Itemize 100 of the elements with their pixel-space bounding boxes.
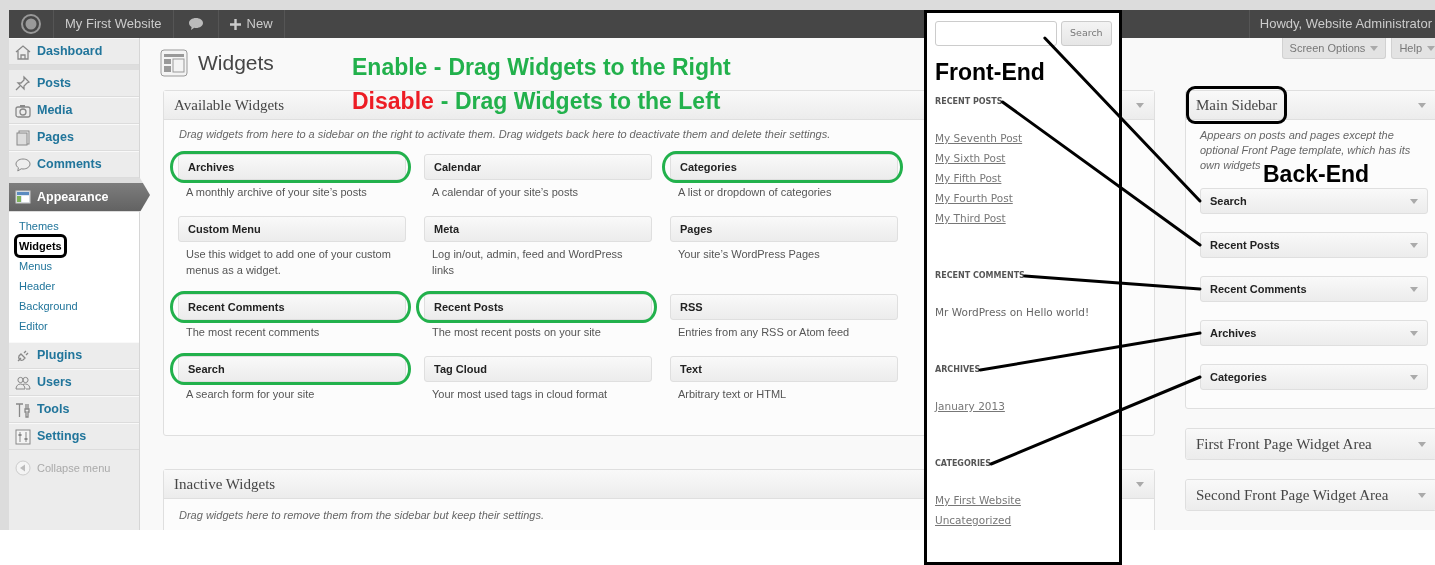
widget-heading: RECENT COMMENTS xyxy=(935,270,1025,282)
new-link[interactable]: New xyxy=(218,10,285,38)
submenu-item[interactable]: Header xyxy=(18,276,57,296)
menu-item[interactable]: Settings xyxy=(9,423,139,450)
users-icon xyxy=(15,374,31,391)
post-link[interactable]: My Third Post xyxy=(935,208,1114,228)
help-tab[interactable]: Help xyxy=(1391,38,1435,59)
post-link[interactable]: My Fourth Post xyxy=(935,188,1114,208)
caret-icon[interactable] xyxy=(1410,242,1418,248)
post-link[interactable]: January 2013 xyxy=(935,396,1114,416)
speech-bubble-icon[interactable] xyxy=(187,17,204,31)
camera-icon xyxy=(15,102,31,119)
submenu-item[interactable]: Menus xyxy=(18,256,54,276)
widget-title[interactable]: RSS xyxy=(670,294,898,320)
widget-title[interactable]: Tag Cloud xyxy=(424,356,652,382)
caret-icon[interactable] xyxy=(1418,492,1426,498)
caret-icon[interactable] xyxy=(1370,45,1379,51)
widget-description: Entries from any RSS or Atom feed xyxy=(678,325,851,340)
submenu-item[interactable]: Background xyxy=(18,296,79,316)
annotation-label: Back-End xyxy=(1263,160,1370,188)
post-link[interactable]: My Seventh Post xyxy=(935,128,1114,148)
widget-title[interactable]: Text xyxy=(670,356,898,382)
widget-heading: CATEGORIES xyxy=(935,458,992,470)
panel-title: Second Front Page Widget Area xyxy=(1196,485,1389,505)
search-field[interactable] xyxy=(935,21,1057,46)
pushpin-icon xyxy=(15,75,31,91)
caret-icon[interactable] xyxy=(1410,374,1418,380)
post-link[interactable]: My First Website xyxy=(935,490,1114,510)
menu-item[interactable]: Posts xyxy=(9,65,139,97)
widget-description: The most recent comments xyxy=(186,325,321,340)
caret-icon[interactable] xyxy=(1410,330,1418,336)
comment-line: Mr WordPress on Hello world! xyxy=(935,305,1091,320)
widget-description: A search form for your site xyxy=(186,387,316,402)
post-link[interactable]: Hello world! xyxy=(1026,306,1090,318)
plus-icon xyxy=(229,18,241,30)
annotation-text: Disable xyxy=(352,87,434,115)
panel-title: Inactive Widgets xyxy=(174,474,276,494)
menu-item[interactable]: Dashboard xyxy=(9,38,139,65)
screen-options-tab[interactable]: Screen Options xyxy=(1281,38,1387,59)
widgets-page-icon xyxy=(160,49,188,77)
menu-item[interactable]: Media xyxy=(9,97,139,124)
post-link[interactable]: Uncategorized xyxy=(935,510,1114,530)
caret-icon[interactable] xyxy=(1418,441,1426,447)
annotation-text: - Drag Widgets to the Left xyxy=(440,87,721,115)
annotation-label: Front-End xyxy=(935,58,1046,86)
caret-icon[interactable] xyxy=(1427,45,1435,51)
collapse-icon xyxy=(15,460,31,477)
page-title: Widgets xyxy=(198,50,274,76)
widget-description: A list or dropdown of categories xyxy=(678,185,833,200)
menu-item[interactable]: Users xyxy=(9,369,139,396)
widget-description: Your site’s WordPress Pages xyxy=(678,247,821,262)
widget-description: Arbitrary text or HTML xyxy=(678,387,788,402)
widget-title[interactable]: Recent Posts xyxy=(1200,232,1428,258)
menu-item[interactable]: Tools xyxy=(9,396,139,423)
caret-icon[interactable] xyxy=(1410,286,1418,292)
widget-description: The most recent posts on your site xyxy=(432,325,602,340)
layout-icon xyxy=(15,189,31,205)
widget-title[interactable]: Meta xyxy=(424,216,652,242)
widget-description: A monthly archive of your site’s posts xyxy=(186,185,368,200)
widget-description: A calendar of your site’s posts xyxy=(432,185,579,200)
widget-heading: RECENT POSTS xyxy=(935,96,1003,108)
post-link[interactable]: My Sixth Post xyxy=(935,148,1114,168)
logo-icon[interactable] xyxy=(21,14,41,34)
caret-icon[interactable] xyxy=(1410,198,1418,204)
widget-title[interactable]: Archives xyxy=(1200,320,1428,346)
widget-description: Use this widget to add one of your custom menus as a widget. xyxy=(186,247,392,278)
author-link[interactable]: Mr WordPress xyxy=(935,306,1007,318)
widget-title[interactable]: Search xyxy=(1200,188,1428,214)
panel-title: Available Widgets xyxy=(174,95,285,115)
submenu-item[interactable]: Widgets xyxy=(18,236,63,256)
sidebar-panel[interactable]: First Front Page Widget Area xyxy=(1185,428,1435,460)
submenu-item[interactable]: Editor xyxy=(18,316,49,336)
widget-title[interactable]: Custom Menu xyxy=(178,216,406,242)
widget-title[interactable]: Recent Comments xyxy=(1200,276,1428,302)
menu-item[interactable]: Comments xyxy=(9,151,139,178)
widget-heading: ARCHIVES xyxy=(935,364,981,376)
house-icon xyxy=(15,43,31,60)
widget-description: Log in/out, admin, feed and WordPress links xyxy=(432,247,624,278)
widget-title[interactable]: Calendar xyxy=(424,154,652,180)
caret-icon[interactable] xyxy=(1136,102,1144,108)
widget-title[interactable]: Categories xyxy=(1200,364,1428,390)
menu-item[interactable]: Pages xyxy=(9,124,139,151)
menu-item[interactable]: Appearance xyxy=(9,178,150,212)
panel-description: Drag widgets here to remove them from the sidebar but keep their settings. xyxy=(179,508,544,523)
search-button[interactable]: Search xyxy=(1061,21,1112,46)
tools-icon xyxy=(15,401,31,418)
sliders-icon xyxy=(15,428,31,445)
caret-icon[interactable] xyxy=(1418,102,1426,108)
annotation-text: Enable - xyxy=(352,53,442,81)
panel-title: First Front Page Widget Area xyxy=(1196,434,1372,454)
panel-description: Drag widgets from here to a sidebar on the right to activate them. Drag widgets back here to deactivate them and delete their settings. xyxy=(179,127,831,142)
submenu-item[interactable]: Themes xyxy=(18,216,60,236)
speech-bubble-icon xyxy=(15,156,31,173)
widget-description: Your most used tags in cloud format xyxy=(432,387,609,402)
annotation-text: Drag Widgets to the Right xyxy=(448,53,731,81)
post-link[interactable]: My Fifth Post xyxy=(935,168,1114,188)
widget-title[interactable]: Pages xyxy=(670,216,898,242)
menu-item[interactable]: Plugins xyxy=(9,342,139,369)
sidebar-panel[interactable]: Second Front Page Widget Area xyxy=(1185,479,1435,511)
pages-icon xyxy=(15,129,31,146)
